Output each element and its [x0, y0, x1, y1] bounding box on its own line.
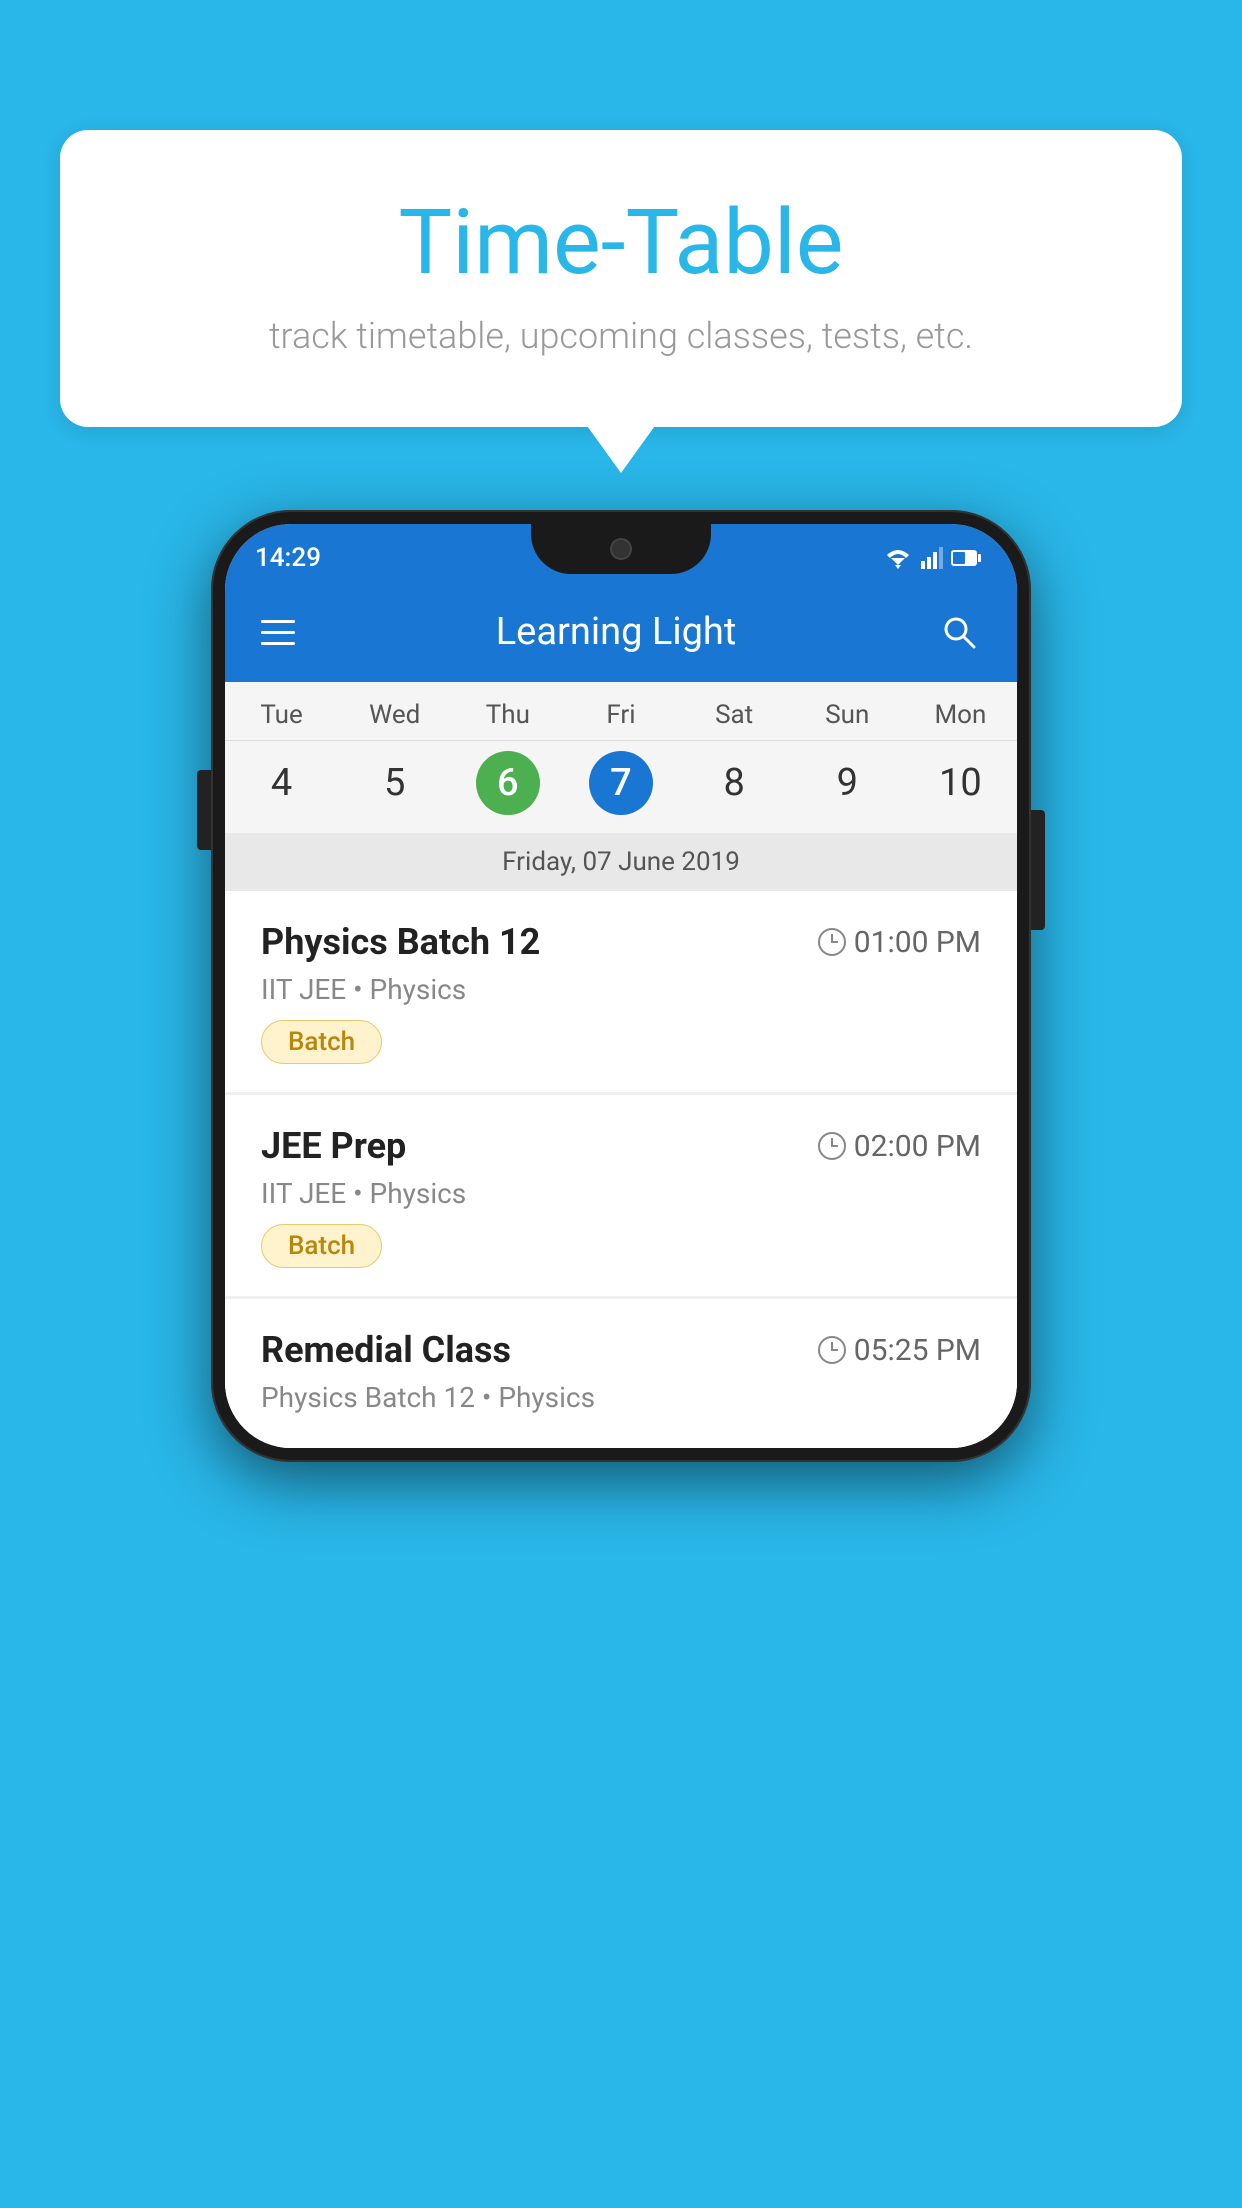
clock-icon-2: [818, 1132, 846, 1160]
clock-icon-1: [818, 928, 846, 956]
schedule-item-header-2: JEE Prep 02:00 PM: [261, 1125, 981, 1167]
calendar-section: Tue Wed Thu Fri Sat Sun Mon 4 5 6: [225, 682, 1017, 891]
day-numbers-row: 4 5 6 7 8 9 10: [225, 741, 1017, 833]
day-header-thu: Thu: [451, 682, 564, 740]
schedule-subtitle-1: IIT JEE • Physics: [261, 973, 981, 1006]
search-icon: [941, 614, 977, 650]
speech-bubble-section: Time-Table track timetable, upcoming cla…: [60, 130, 1182, 427]
day-7-selected[interactable]: 7: [564, 751, 677, 815]
batch-tag-2: Batch: [261, 1224, 382, 1268]
day-8[interactable]: 8: [678, 751, 791, 815]
schedule-item-1[interactable]: Physics Batch 12 01:00 PM IIT JEE • Phys…: [225, 891, 1017, 1092]
phone-screen: 14:29: [225, 524, 1017, 1448]
day-header-mon: Mon: [904, 682, 1017, 740]
today-circle: 6: [476, 751, 540, 815]
status-time: 14:29: [255, 543, 321, 573]
status-icons: [883, 547, 981, 569]
clock-icon-3: [818, 1336, 846, 1364]
wifi-icon: [883, 547, 913, 569]
schedule-item-header-1: Physics Batch 12 01:00 PM: [261, 921, 981, 963]
day-header-sat: Sat: [678, 682, 791, 740]
bubble-subtitle: track timetable, upcoming classes, tests…: [100, 315, 1142, 357]
signal-icon: [921, 547, 943, 569]
day-header-wed: Wed: [338, 682, 451, 740]
speech-bubble: Time-Table track timetable, upcoming cla…: [60, 130, 1182, 427]
schedule-item-header-3: Remedial Class 05:25 PM: [261, 1329, 981, 1371]
schedule-subtitle-3: Physics Batch 12 • Physics: [261, 1381, 981, 1414]
app-title: Learning Light: [325, 610, 907, 654]
batch-tag-1: Batch: [261, 1020, 382, 1064]
day-headers-row: Tue Wed Thu Fri Sat Sun Mon: [225, 682, 1017, 741]
schedule-item-3[interactable]: Remedial Class 05:25 PM Physics Batch 12…: [225, 1299, 1017, 1448]
schedule-title-2: JEE Prep: [261, 1125, 406, 1167]
day-header-sun: Sun: [791, 682, 904, 740]
search-button[interactable]: [937, 610, 981, 654]
day-6-today[interactable]: 6: [451, 751, 564, 815]
phone-mockup: 14:29: [211, 510, 1031, 1462]
bubble-title: Time-Table: [100, 190, 1142, 295]
schedule-title-1: Physics Batch 12: [261, 921, 540, 963]
battery-icon: [951, 549, 981, 567]
day-header-fri: Fri: [564, 682, 677, 740]
phone-notch: [531, 524, 711, 574]
schedule-time-1: 01:00 PM: [818, 925, 981, 960]
phone-outer-shell: 14:29: [211, 510, 1031, 1462]
hamburger-menu-button[interactable]: [261, 620, 295, 645]
selected-day-circle: 7: [589, 751, 653, 815]
schedule-time-3: 05:25 PM: [818, 1333, 981, 1368]
schedule-subtitle-2: IIT JEE • Physics: [261, 1177, 981, 1210]
app-bar: Learning Light: [225, 582, 1017, 682]
selected-date-label: Friday, 07 June 2019: [225, 833, 1017, 891]
day-header-tue: Tue: [225, 682, 338, 740]
day-5[interactable]: 5: [338, 751, 451, 815]
schedule-title-3: Remedial Class: [261, 1329, 511, 1371]
schedule-time-2: 02:00 PM: [818, 1129, 981, 1164]
front-camera: [610, 538, 632, 560]
schedule-item-2[interactable]: JEE Prep 02:00 PM IIT JEE • Physics Batc…: [225, 1095, 1017, 1296]
schedule-list: Physics Batch 12 01:00 PM IIT JEE • Phys…: [225, 891, 1017, 1448]
day-10[interactable]: 10: [904, 751, 1017, 815]
day-4[interactable]: 4: [225, 751, 338, 815]
day-9[interactable]: 9: [791, 751, 904, 815]
